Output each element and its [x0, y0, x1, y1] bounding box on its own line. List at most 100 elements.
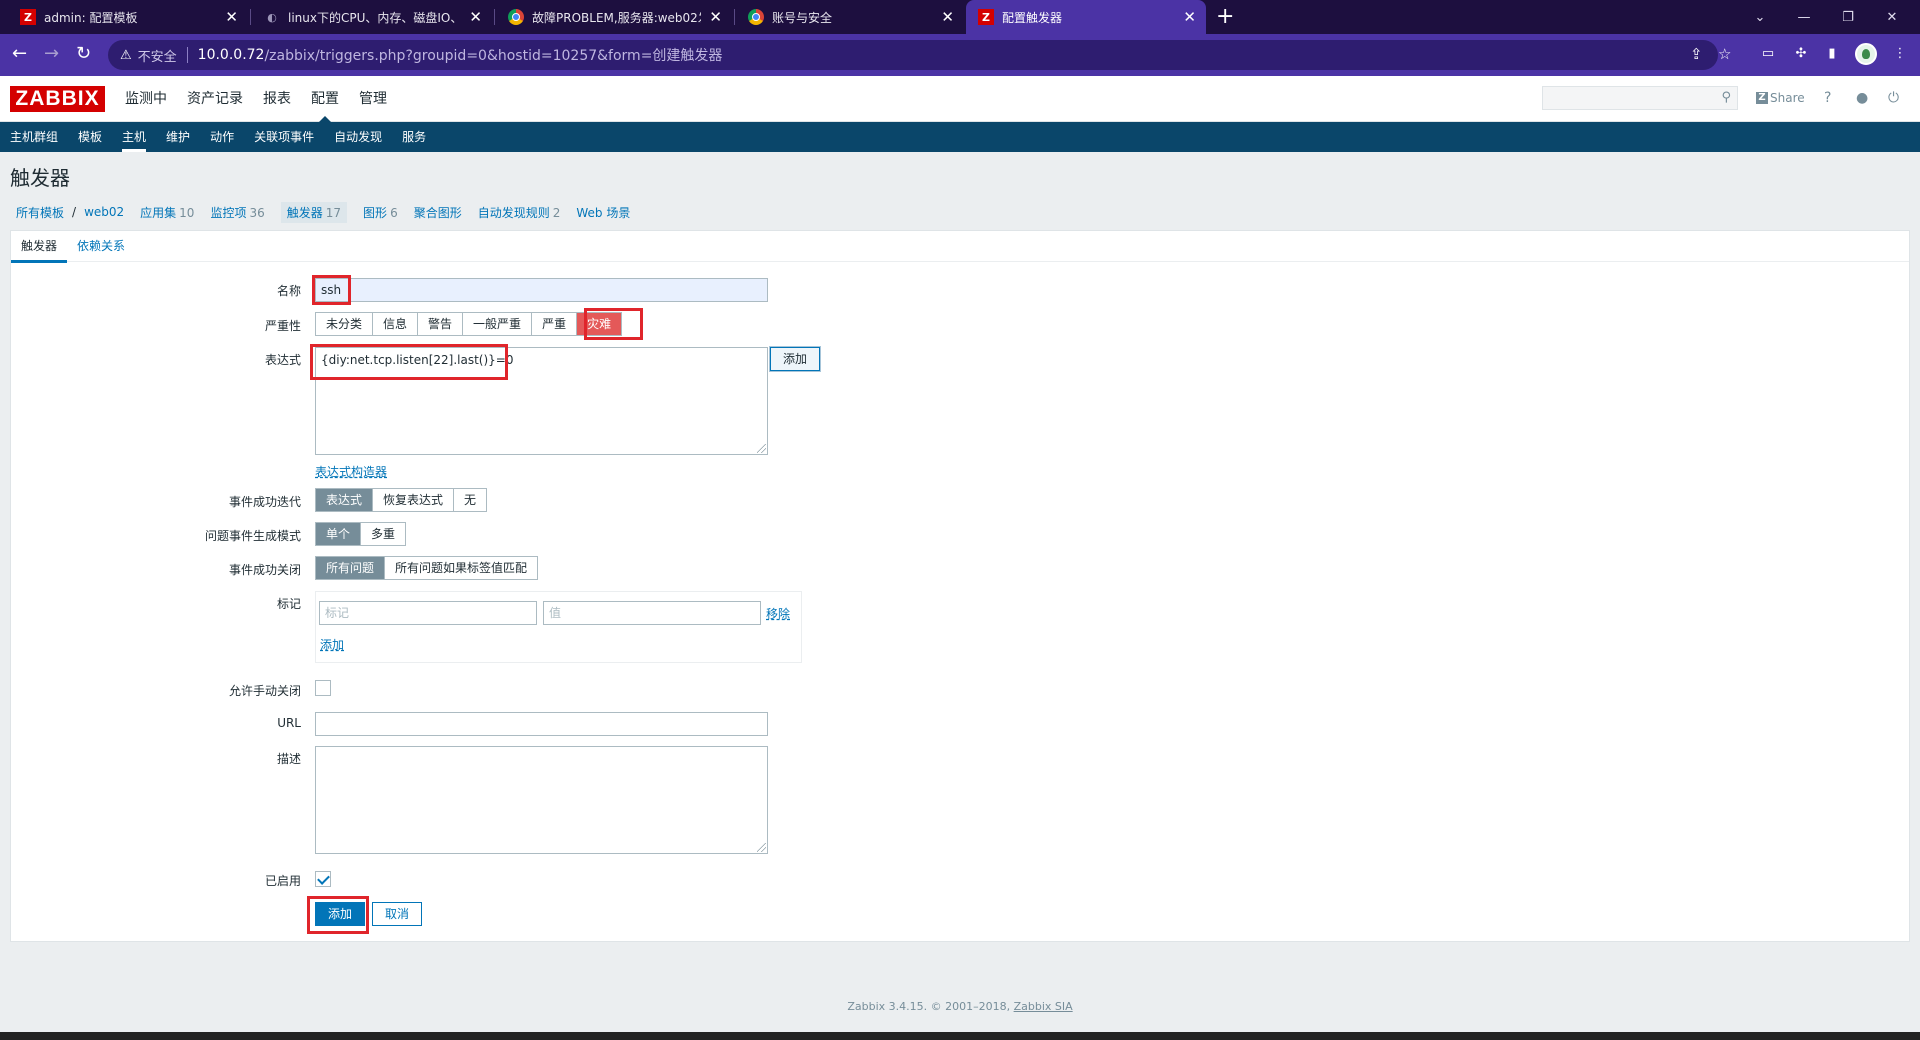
severity-information[interactable]: 信息 — [373, 313, 419, 335]
severity-high[interactable]: 严重 — [532, 313, 578, 335]
resize-handle-icon[interactable] — [757, 444, 766, 453]
close-tab-icon[interactable]: ✕ — [709, 8, 722, 26]
search-input[interactable]: ⚲ — [1542, 86, 1738, 110]
search-icon[interactable]: ⚲ — [1721, 90, 1731, 105]
browser-tab[interactable]: Z admin: 配置模板 ✕ — [8, 0, 248, 34]
puzzle-icon[interactable]: ✣ — [1793, 46, 1809, 62]
ok-event-selector: 表达式 恢复表达式 无 — [315, 488, 488, 512]
close-tab-icon[interactable]: ✕ — [469, 8, 482, 26]
profile-avatar[interactable] — [1855, 43, 1877, 65]
breadcrumb-graphs[interactable]: 图形 6 — [363, 202, 398, 223]
submenu-host-groups[interactable]: 主机群组 — [10, 122, 58, 152]
sidebar-icon[interactable]: ▮ — [1824, 46, 1840, 62]
url-input[interactable] — [315, 712, 768, 736]
menu-configuration[interactable]: 配置 — [311, 76, 339, 123]
zabbix-logo[interactable]: ZABBIX — [10, 86, 105, 112]
expression-add-button[interactable]: 添加 — [770, 347, 821, 371]
submenu-correlation[interactable]: 关联项事件 — [254, 122, 314, 152]
menu-icon[interactable]: ⋮ — [1892, 46, 1908, 62]
browser-tab[interactable]: ◐ linux下的CPU、内存、磁盘IO、 ✕ — [252, 0, 492, 34]
chrome-icon — [748, 9, 764, 25]
enabled-checkbox[interactable] — [315, 871, 331, 887]
severity-label: 严重性 — [264, 319, 301, 333]
breadcrumb-discovery-rules[interactable]: 自动发现规则 2 — [478, 202, 561, 223]
ok-close-all-problems[interactable]: 所有问题 — [316, 557, 386, 579]
expression-constructor-link[interactable]: 表达式构造器 — [315, 463, 387, 480]
form-tabs: 触发器 依赖关系 — [11, 231, 1909, 263]
help-icon[interactable]: ? — [1824, 90, 1831, 106]
tag-name-input[interactable]: 标记 — [319, 601, 537, 625]
tab-trigger[interactable]: 触发器 — [11, 231, 68, 263]
reload-icon[interactable]: ↻ — [76, 43, 91, 64]
severity-warning[interactable]: 警告 — [418, 313, 464, 335]
extension-icon[interactable]: ▭ — [1760, 46, 1776, 62]
ok-close-tag-match[interactable]: 所有问题如果标签值匹配 — [385, 557, 537, 579]
zabbix-header: ZABBIX 监测中 资产记录 报表 配置 管理 ⚲ Z Share ? ● ⏻ — [0, 76, 1920, 123]
logout-icon[interactable]: ⏻ — [1888, 90, 1899, 106]
tag-value-input[interactable]: 值 — [543, 601, 761, 625]
menu-reports[interactable]: 报表 — [263, 76, 291, 122]
enabled-label: 已启用 — [264, 874, 301, 888]
close-tab-icon[interactable]: ✕ — [941, 8, 954, 26]
submenu-templates[interactable]: 模板 — [78, 122, 102, 152]
manual-close-checkbox[interactable] — [315, 680, 331, 696]
ok-event-none[interactable]: 无 — [454, 489, 486, 511]
submenu-discovery[interactable]: 自动发现 — [334, 122, 382, 152]
menu-monitoring[interactable]: 监测中 — [125, 76, 167, 122]
forward-icon[interactable]: → — [44, 43, 59, 64]
name-label: 名称 — [276, 284, 301, 298]
share-link[interactable]: Z Share — [1756, 91, 1805, 105]
cancel-button[interactable]: 取消 — [372, 902, 423, 926]
zabbix-icon: Z — [20, 9, 36, 25]
close-tab-icon[interactable]: ✕ — [1183, 8, 1196, 26]
tag-add-link[interactable]: 添加 — [320, 636, 344, 653]
footer-link[interactable]: Zabbix SIA — [1014, 1000, 1073, 1013]
user-profile-icon[interactable]: ● — [1856, 90, 1868, 106]
submenu-maintenance[interactable]: 维护 — [166, 122, 190, 152]
page-footer: Zabbix 3.4.15. © 2001–2018, Zabbix SIA — [847, 1000, 1073, 1013]
browser-tab[interactable]: 账号与安全 ✕ — [736, 0, 964, 34]
back-icon[interactable]: ← — [12, 43, 27, 64]
browser-tab[interactable]: 故障PROBLEM,服务器:web02发 ✕ — [496, 0, 732, 34]
resize-handle-icon[interactable] — [757, 843, 766, 852]
expression-textarea[interactable]: {diy:net.tcp.listen[22].last()}=0 — [315, 347, 768, 455]
close-tab-icon[interactable]: ✕ — [225, 8, 238, 26]
name-input[interactable]: ssh — [315, 278, 768, 302]
tab-dependencies[interactable]: 依赖关系 — [67, 231, 135, 262]
submit-add-button[interactable]: 添加 — [315, 902, 366, 926]
warning-icon: ⚠ — [120, 47, 132, 63]
severity-disaster[interactable]: 灾难 — [577, 313, 622, 335]
breadcrumb-applications[interactable]: 应用集 10 — [140, 202, 194, 223]
submenu-hosts[interactable]: 主机 — [122, 122, 147, 152]
tag-remove-link[interactable]: 移除 — [766, 605, 790, 622]
chrome-icon — [508, 9, 524, 25]
bookmark-star-icon[interactable]: ☆ — [1718, 45, 1731, 63]
restore-icon[interactable]: ❐ — [1826, 0, 1870, 34]
menu-administration[interactable]: 管理 — [359, 76, 387, 122]
tab-search-icon[interactable]: ⌄ — [1738, 0, 1782, 34]
share-page-icon[interactable]: ⇪ — [1690, 45, 1703, 63]
github-icon: ◐ — [267, 10, 277, 24]
severity-average[interactable]: 一般严重 — [463, 313, 533, 335]
url-bar[interactable]: ⚠ 不安全 10.0.0.72/zabbix/triggers.php?grou… — [108, 40, 1718, 70]
submenu-actions[interactable]: 动作 — [210, 122, 234, 152]
breadcrumb-triggers[interactable]: 触发器 17 — [280, 201, 348, 223]
menu-inventory[interactable]: 资产记录 — [187, 76, 243, 122]
description-textarea[interactable] — [315, 746, 768, 854]
ok-event-expression[interactable]: 表达式 — [316, 489, 374, 511]
breadcrumb-web-scenarios[interactable]: Web 场景 — [576, 202, 630, 223]
browser-tab-active[interactable]: Z 配置触发器 ✕ — [966, 0, 1206, 34]
new-tab-button[interactable]: + — [1216, 4, 1234, 29]
ok-event-recovery-expression[interactable]: 恢复表达式 — [373, 489, 455, 511]
problem-mode-single[interactable]: 单个 — [316, 523, 362, 545]
breadcrumb-items[interactable]: 监控项 36 — [210, 202, 264, 223]
ok-close-label: 事件成功关闭 — [228, 563, 301, 577]
submenu-services[interactable]: 服务 — [402, 122, 426, 152]
close-window-icon[interactable]: ✕ — [1870, 0, 1914, 34]
breadcrumb-screens[interactable]: 聚合图形 — [414, 202, 462, 223]
problem-mode-multiple[interactable]: 多重 — [361, 523, 405, 545]
breadcrumb-all-templates[interactable]: 所有模板 — [16, 202, 64, 223]
severity-not-classified[interactable]: 未分类 — [316, 313, 374, 335]
breadcrumb-host[interactable]: web02 — [84, 203, 124, 221]
minimize-icon[interactable]: — — [1782, 0, 1826, 34]
